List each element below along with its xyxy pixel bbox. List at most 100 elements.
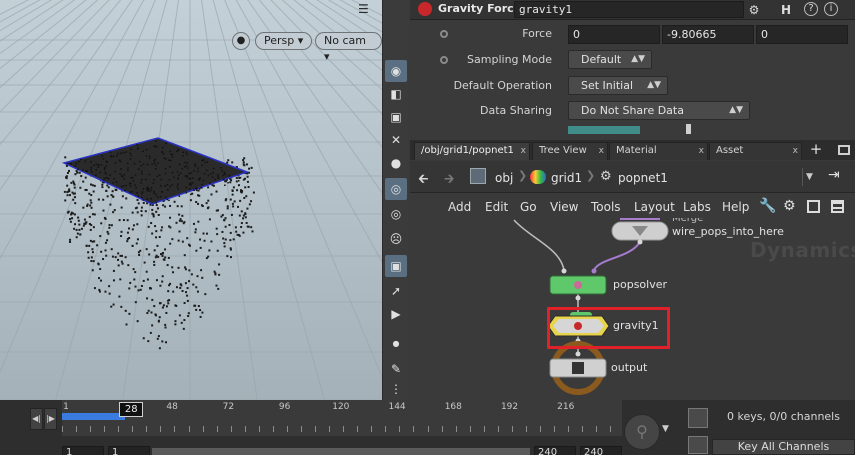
step-back-icon[interactable]: ◀| (30, 408, 43, 430)
particle (246, 175, 249, 178)
back-arrow-icon[interactable]: 🡰 (418, 170, 429, 192)
tab-asset-browser[interactable]: Asset Browser x (709, 142, 802, 172)
particle (138, 253, 141, 256)
maximize-pane-icon[interactable] (838, 145, 850, 155)
scene-viewport[interactable]: ● Persp ▾ No cam ▾ ☰ (0, 0, 382, 400)
particle (88, 215, 91, 218)
key-all-channels-button[interactable]: Key All Channels (712, 439, 855, 455)
wand-icon[interactable]: ➚ (385, 280, 407, 302)
info-icon[interactable]: i (824, 2, 838, 16)
skull-icon[interactable]: ☹ (385, 228, 407, 250)
light-icon[interactable]: ◎ (385, 178, 407, 200)
grid-point (169, 185, 172, 188)
lock-icon[interactable]: ▣ (385, 106, 407, 128)
grid-point (169, 159, 172, 162)
particle (180, 205, 183, 208)
network-context-label: Dynamics (750, 238, 855, 262)
snapshot-icon[interactable]: ▣ (385, 255, 407, 277)
particle (70, 181, 73, 184)
dopesheet-icon[interactable] (688, 408, 708, 428)
x-icon[interactable]: ✕ (385, 129, 407, 151)
settings-gear-icon[interactable]: ⚙ (746, 2, 762, 18)
menu-labs[interactable]: Labs (683, 198, 711, 216)
particle (106, 195, 109, 198)
grid-point (148, 157, 151, 160)
breadcrumb-popnet1[interactable]: popnet1 (618, 167, 668, 189)
menu-help[interactable]: Help (722, 198, 749, 216)
force-z-field[interactable]: 0 (756, 25, 848, 44)
tab-material-palette[interactable]: Material Palette x (609, 142, 708, 172)
grid-point (153, 160, 155, 162)
display-icon[interactable]: ◧ (385, 83, 407, 105)
menu-view[interactable]: View (550, 198, 578, 216)
particle (126, 231, 129, 234)
particle (180, 220, 183, 223)
particle (205, 257, 208, 260)
node-name-field[interactable]: gravity1 (514, 1, 744, 18)
key-menu-arrow-icon[interactable]: ▼ (662, 424, 676, 438)
close-icon[interactable]: x (793, 143, 798, 159)
cam-menu[interactable]: No cam ▾ (315, 32, 382, 63)
end-range-field[interactable]: 240 (534, 446, 576, 455)
slider-handle[interactable] (686, 124, 691, 134)
default-operation-menu[interactable]: Set Initial ▲▼ (568, 76, 668, 95)
menu-add[interactable]: Add (448, 198, 471, 216)
current-frame-marker[interactable]: 28 (119, 402, 144, 417)
data-sharing-menu[interactable]: Do Not Share Data ▲▼ (568, 101, 750, 120)
forward-arrow-icon[interactable]: 🡲 (444, 170, 455, 192)
grid-point (164, 167, 167, 170)
force-y-field[interactable]: -9.80665 (662, 25, 754, 44)
particle (83, 222, 86, 225)
menu-edit[interactable]: Edit (485, 198, 508, 216)
camera-lock-icon[interactable]: ● (232, 32, 250, 50)
breadcrumb-grid1[interactable]: grid1 (551, 167, 582, 189)
new-tab-plus-icon[interactable]: + (808, 140, 824, 158)
breadcrumb-obj[interactable]: obj (495, 167, 513, 189)
wand-play-icon[interactable]: ▶ (385, 303, 407, 325)
close-icon[interactable]: x (521, 143, 526, 159)
grid-point (151, 163, 153, 166)
force-x-field[interactable]: 0 (568, 25, 660, 44)
path-dropdown-icon[interactable]: ▼ (802, 168, 816, 186)
timeline-tick (357, 426, 359, 432)
bulb-icon[interactable]: ◎ (385, 203, 407, 225)
grid-view-icon[interactable] (831, 200, 844, 213)
timeline-ruler[interactable]: 1 48 72 96 120 144 168 192 216 28 (62, 400, 622, 436)
partial-slider[interactable] (568, 126, 640, 134)
close-icon[interactable]: x (599, 143, 604, 159)
grid-point (140, 165, 143, 167)
network-editor[interactable]: Dynamics Merge wire_pops_into_here popso… (410, 218, 855, 400)
grid-point (146, 186, 149, 189)
tab-popnet1[interactable]: /obj/grid1/popnet1 x (414, 142, 530, 160)
sampling-mode-menu[interactable]: Default ▲▼ (568, 50, 652, 69)
question-icon[interactable]: ? (804, 2, 818, 16)
end-frame-field[interactable]: 240 (580, 446, 622, 455)
grid-point (153, 145, 156, 147)
pen-icon[interactable]: ✎ (385, 358, 407, 380)
tree-layout-icon[interactable]: ⚙ (783, 198, 796, 214)
help-icon[interactable]: H (778, 2, 794, 18)
range-slider[interactable] (152, 448, 530, 455)
dot-icon[interactable]: ● (385, 333, 407, 355)
menu-tools[interactable]: Tools (591, 198, 621, 216)
tab-tree-view[interactable]: Tree View x (532, 142, 608, 160)
shading-icon[interactable]: ● (385, 152, 407, 174)
start-frame-field[interactable]: 1 (62, 446, 104, 455)
key-icon[interactable]: ⚲ (624, 414, 660, 450)
curve-icon[interactable] (688, 436, 708, 454)
pin-pane-icon[interactable]: ⇥ (828, 167, 840, 183)
wrench-icon[interactable]: 🔧 (759, 198, 776, 214)
particle (244, 216, 247, 219)
particle (143, 261, 146, 264)
close-icon[interactable]: x (699, 143, 704, 159)
camera-menu[interactable]: Persp ▾ (255, 32, 313, 50)
list-view-icon[interactable] (807, 200, 820, 213)
step-forward-icon[interactable]: |▶ (44, 408, 57, 430)
eye-icon[interactable]: ◉ (385, 60, 407, 82)
start-range-field[interactable]: 1 (108, 446, 150, 455)
pin-icon[interactable]: ☰ (358, 2, 369, 16)
grip-icon[interactable]: ⋮ (385, 378, 407, 400)
particle (237, 205, 240, 208)
menu-layout[interactable]: Layout (634, 198, 675, 216)
menu-go[interactable]: Go (520, 198, 537, 216)
